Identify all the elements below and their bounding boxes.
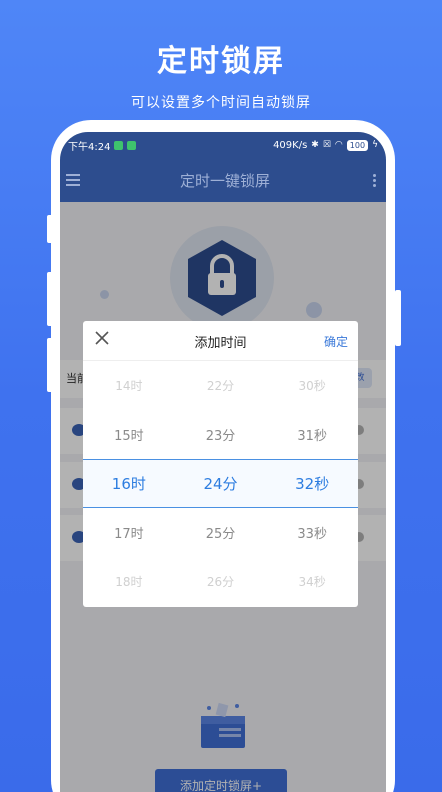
- picker-row[interactable]: 17时 25分 33秒: [83, 508, 358, 557]
- hour-option[interactable]: 17时: [83, 523, 175, 542]
- second-option[interactable]: 30秒: [266, 377, 358, 394]
- battery-icon: 100: [346, 139, 369, 151]
- hour-option[interactable]: 18时: [83, 573, 175, 590]
- time-picker[interactable]: 14时 22分 30秒 15时 23分 31秒 16时 24分 32秒 17时 …: [83, 361, 358, 607]
- phone-side-button: [47, 272, 53, 326]
- minute-option[interactable]: 26分: [175, 573, 267, 590]
- picker-row[interactable]: 15时 23分 31秒: [83, 410, 358, 459]
- picker-selected-row[interactable]: 16时 24分 32秒: [83, 459, 358, 508]
- minute-selected[interactable]: 24分: [175, 473, 267, 494]
- status-time: 下午4:24: [68, 141, 111, 153]
- picker-row[interactable]: 14时 22分 30秒: [83, 361, 358, 410]
- app-bar: 定时一键锁屏: [60, 158, 386, 202]
- second-option[interactable]: 33秒: [266, 523, 358, 542]
- menu-icon[interactable]: [66, 174, 80, 186]
- bluetooth-icon: ✱: [311, 140, 319, 150]
- dialog-header: 添加时间 确定: [83, 321, 358, 361]
- picker-row[interactable]: 18时 26分 34秒: [83, 557, 358, 606]
- hour-option[interactable]: 14时: [83, 377, 175, 394]
- wifi-icon: ◠: [334, 140, 343, 150]
- more-icon[interactable]: [370, 173, 380, 187]
- add-time-dialog: 添加时间 确定 14时 22分 30秒 15时 23分 31秒 16时 24分 …: [83, 321, 358, 607]
- charging-icon: ϟ: [372, 140, 378, 150]
- second-option[interactable]: 31秒: [266, 425, 358, 444]
- network-speed: 409K/s: [273, 139, 308, 151]
- hour-selected[interactable]: 16时: [83, 473, 175, 494]
- phone-side-button: [47, 338, 53, 392]
- dialog-title: 添加时间: [194, 336, 247, 351]
- confirm-button[interactable]: 确定: [324, 333, 348, 350]
- minute-option[interactable]: 25分: [175, 523, 267, 542]
- notification-icon: [114, 140, 124, 150]
- second-option[interactable]: 34秒: [266, 573, 358, 590]
- app-title: 定时一键锁屏: [179, 171, 270, 190]
- hero-title: 定时锁屏: [157, 44, 285, 79]
- hero-subtitle: 可以设置多个时间自动锁屏: [131, 95, 311, 111]
- second-selected[interactable]: 32秒: [266, 473, 358, 494]
- minute-option[interactable]: 23分: [175, 425, 267, 444]
- sim-icon: ☒: [322, 140, 331, 150]
- status-bar: 下午4:24 409K/s ✱ ☒ ◠ 100 ϟ: [60, 132, 386, 158]
- notification-icon: [127, 140, 137, 150]
- hour-option[interactable]: 15时: [83, 425, 175, 444]
- phone-side-button: [395, 290, 401, 346]
- phone-side-button: [47, 215, 53, 243]
- minute-option[interactable]: 22分: [175, 377, 267, 394]
